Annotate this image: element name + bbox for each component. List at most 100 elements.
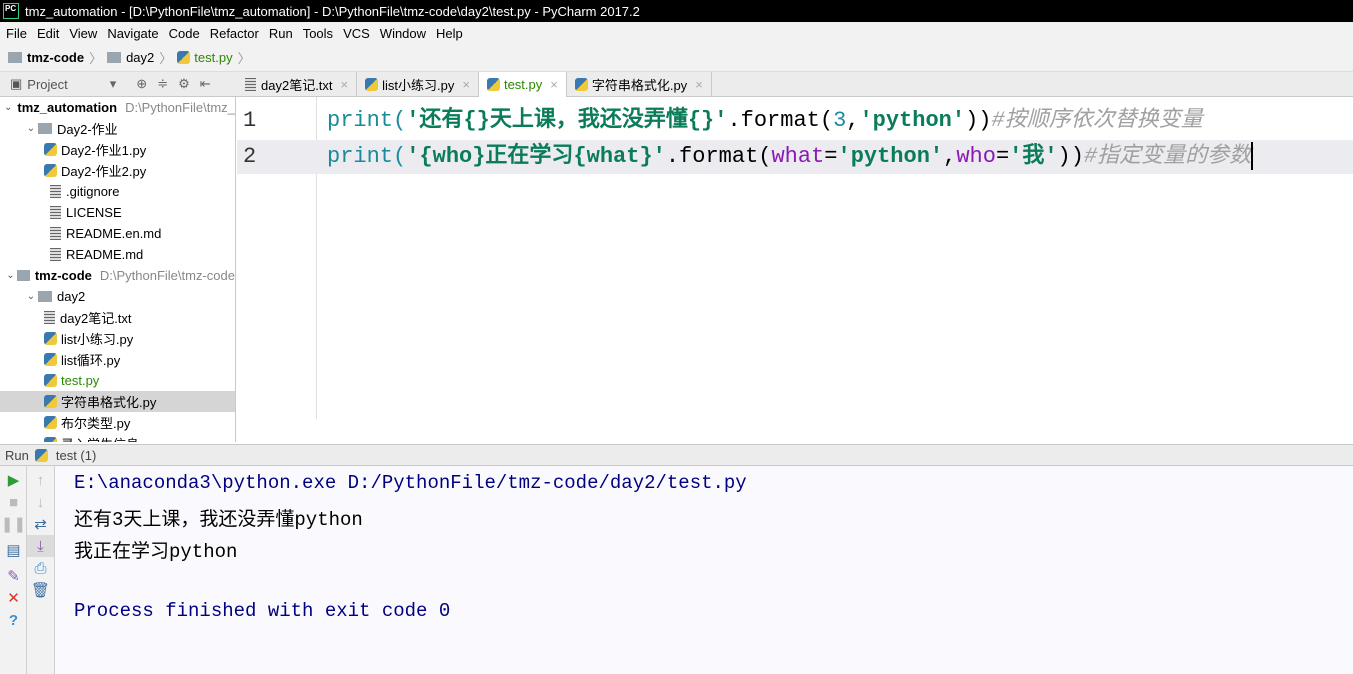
tree-item[interactable]: LICENSE [0, 202, 235, 223]
tab-label: test.py [503, 77, 543, 92]
close-icon[interactable]: ✕ [0, 587, 27, 609]
menu-view[interactable]: View [63, 26, 101, 41]
project-view-selector[interactable]: Project [27, 77, 67, 92]
up-arrow-icon[interactable]: ↑ [27, 469, 54, 491]
breadcrumb-item[interactable]: day2 [126, 50, 154, 65]
code-token: = [995, 144, 1010, 169]
tree-item[interactable]: 布尔类型.py [0, 412, 235, 433]
code-token: = [824, 144, 838, 169]
menu-file[interactable]: File [0, 26, 31, 41]
stop-icon[interactable]: ■ [0, 491, 27, 513]
tree-item[interactable]: Day2-作业1.py [0, 139, 235, 160]
soft-wrap-icon[interactable]: ⇄ [27, 513, 54, 535]
help-icon[interactable]: ? [0, 609, 27, 631]
tree-item[interactable]: README.en.md [0, 223, 235, 244]
pause-icon[interactable]: ❚❚ [0, 513, 27, 535]
menu-window[interactable]: Window [374, 26, 430, 41]
code-token: .format( [727, 108, 834, 133]
close-tab-icon[interactable]: × [550, 77, 558, 92]
python-file-icon [365, 78, 379, 91]
menu-navigate[interactable]: Navigate [101, 26, 162, 41]
tree-item[interactable]: ⌄ tmz_automation D:\PythonFile\tmz_automat… [0, 97, 235, 118]
print-icon[interactable]: ⎙ [27, 557, 54, 579]
code-token: who [956, 144, 996, 169]
tree-item[interactable]: ⌄ Day2-作业 [0, 118, 235, 139]
trash-icon[interactable]: 🗑 [27, 579, 54, 601]
menu-tools[interactable]: Tools [297, 26, 337, 41]
code-token: )) [965, 108, 992, 133]
python-file-icon [177, 51, 191, 64]
dropdown-arrow-icon[interactable]: ▾ [110, 76, 117, 92]
menu-bar: File Edit View Navigate Code Refactor Run Tools… [0, 22, 1353, 44]
down-arrow-icon[interactable]: ↓ [27, 491, 54, 513]
layout-icon[interactable]: ▤ [0, 539, 27, 561]
expand-arrow-icon[interactable]: ⌄ [24, 123, 38, 134]
gear-icon[interactable]: ⚙ [178, 76, 190, 92]
run-config-tab[interactable]: test (1) [56, 448, 96, 463]
window-title: tmz_automation - [D:\PythonFile\tmz_auto… [25, 3, 640, 19]
tree-item[interactable]: 字符串格式化.py [0, 391, 235, 412]
code-token: print( [327, 144, 407, 169]
expand-arrow-icon[interactable]: ⌄ [4, 270, 17, 281]
menu-run[interactable]: Run [263, 26, 297, 41]
tree-item[interactable]: test.py [0, 370, 235, 391]
menu-vcs[interactable]: VCS [337, 26, 374, 41]
folder-icon [8, 52, 22, 63]
locate-icon[interactable]: ⊕ [136, 76, 147, 92]
tree-item-label: README.md [66, 247, 144, 262]
code-token: 'python' [837, 144, 944, 169]
console-line: E:\anaconda3\python.exe D:/PythonFile/tm… [74, 472, 747, 494]
tree-item[interactable]: Day2-作业2.py [0, 160, 235, 181]
expand-arrow-icon[interactable]: ⌄ [24, 291, 38, 302]
tree-item[interactable]: README.md [0, 244, 235, 265]
tab-label: 字符串格式化.py [591, 78, 688, 93]
close-tab-icon[interactable]: × [341, 77, 349, 92]
run-console[interactable]: E:\anaconda3\python.exe D:/PythonFile/tm… [55, 466, 1353, 674]
tree-item[interactable]: ⌄ day2 [0, 286, 235, 307]
code-token: .format( [665, 144, 772, 169]
code-token: what [771, 144, 825, 169]
pin-icon[interactable]: ✎ [0, 565, 27, 587]
breadcrumb-item[interactable]: test.py [194, 50, 232, 65]
scroll-to-end-icon[interactable]: ⤓ [27, 535, 54, 557]
tree-item[interactable]: day2笔记.txt [0, 307, 235, 328]
tree-item[interactable]: ⌄ tmz-code D:\PythonFile\tmz-code [0, 265, 235, 286]
close-tab-icon[interactable]: × [695, 77, 703, 92]
breadcrumb-item[interactable]: tmz-code [27, 50, 84, 65]
editor-tabs: day2笔记.txt × list小练习.py × test.py × 字符串格式化.py × [237, 72, 712, 97]
menu-help[interactable]: Help [430, 26, 467, 41]
python-file-icon [44, 395, 57, 408]
python-file-icon [44, 437, 57, 442]
collapse-all-icon[interactable]: ≑ [157, 76, 168, 92]
code-text: print('{who}正在学习{what}'.format(what='pyt… [327, 140, 1254, 174]
console-line: Process finished with exit code 0 [74, 600, 451, 622]
expand-arrow-icon[interactable]: ⌄ [4, 102, 12, 113]
title-bar: PC tmz_automation - [D:\PythonFile\tmz_a… [0, 0, 1353, 22]
hide-panel-icon[interactable]: ⇤ [200, 76, 211, 92]
run-icon[interactable]: ▶ [0, 469, 27, 491]
menu-refactor[interactable]: Refactor [204, 26, 263, 41]
close-tab-icon[interactable]: × [462, 77, 470, 92]
menu-code[interactable]: Code [163, 26, 204, 41]
tab-2[interactable]: test.py × [478, 72, 567, 97]
tab-0[interactable]: day2笔记.txt × [237, 72, 358, 97]
tree-item[interactable]: .gitignore [0, 181, 235, 202]
tree-item-path: D:\PythonFile\tmz-code [99, 268, 235, 283]
text-file-icon [50, 227, 61, 240]
tab-1[interactable]: list小练习.py × [357, 72, 479, 97]
code-editor[interactable]: 1 print('还有{}天上课，我还没弄懂{}'.format(3,'pytho… [237, 97, 1353, 442]
folder-icon [16, 270, 30, 281]
tree-item[interactable]: list小练习.py [0, 328, 235, 349]
python-file-icon [44, 164, 57, 177]
tab-3[interactable]: 字符串格式化.py × [567, 72, 712, 97]
project-tree: ⌄ tmz_automation D:\PythonFile\tmz_automat… [0, 97, 236, 442]
tree-item-path: D:\PythonFile\tmz_automation [125, 100, 235, 115]
code-line: 1 print('还有{}天上课，我还没弄懂{}'.format(3,'pytho… [237, 104, 1353, 138]
tab-label: day2笔记.txt [261, 78, 333, 93]
tree-item-label: 录入学生信息.py [61, 434, 156, 442]
tree-item[interactable]: 录入学生信息.py [0, 433, 235, 442]
run-label: Run [5, 447, 29, 463]
pycharm-logo-icon: PC [3, 3, 19, 19]
menu-edit[interactable]: Edit [31, 26, 63, 41]
tree-item[interactable]: list循环.py [0, 349, 235, 370]
